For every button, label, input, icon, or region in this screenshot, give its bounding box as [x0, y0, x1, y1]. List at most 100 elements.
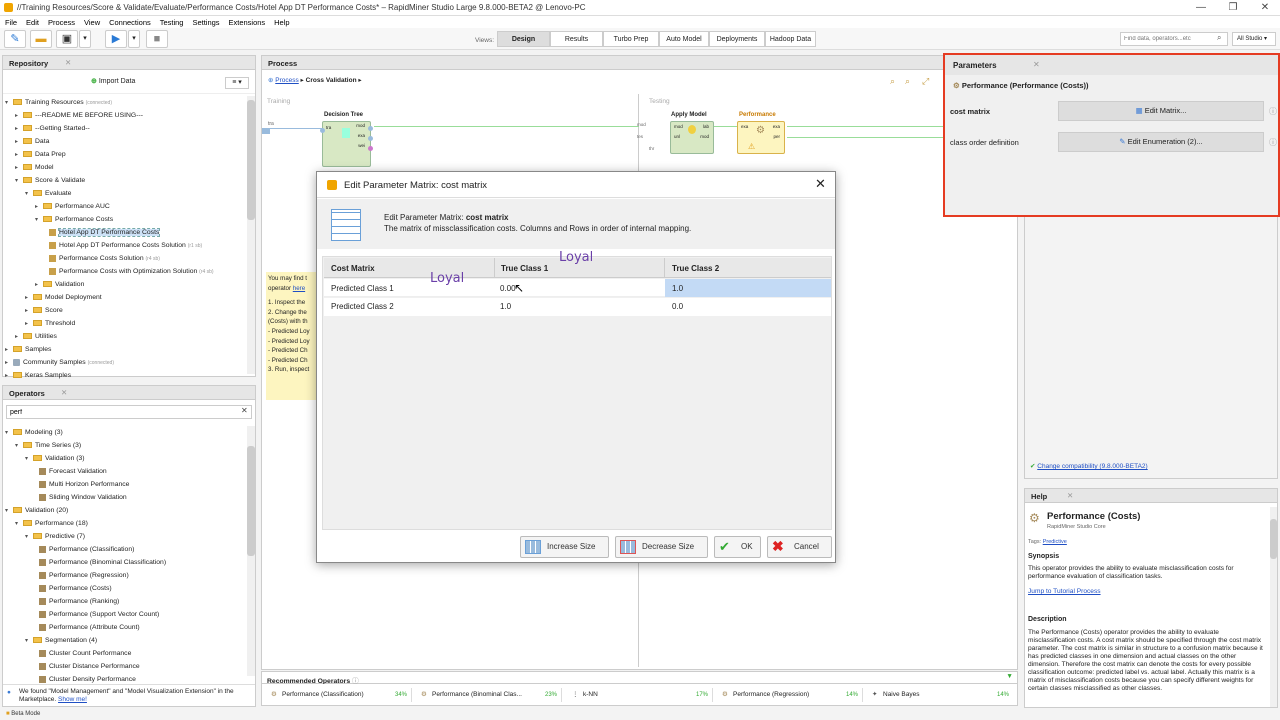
- operator-search-input[interactable]: [6, 405, 252, 419]
- open-folder-icon[interactable]: ▬: [30, 30, 52, 48]
- recommended-item[interactable]: ⚙ Performance (Regression) 14%: [719, 688, 863, 702]
- repository-menu-button[interactable]: ≡ ▾: [225, 77, 249, 89]
- zoom-out-icon[interactable]: ⌕: [905, 76, 910, 87]
- list-item[interactable]: Performance (Regression): [39, 569, 129, 582]
- list-item[interactable]: ▾ Modeling (3): [5, 426, 63, 439]
- list-item[interactable]: Performance Costs Solution (r4 sb): [49, 252, 160, 265]
- maximize-icon[interactable]: ❐: [1218, 1, 1248, 15]
- list-item[interactable]: ▾ Segmentation (4): [25, 634, 97, 647]
- list-item[interactable]: Performance (Support Vector Count): [39, 608, 159, 621]
- matrix-cell[interactable]: 1.0: [500, 302, 511, 311]
- list-item[interactable]: ▸ Utilities: [15, 330, 57, 343]
- close-icon[interactable]: ✕: [1250, 1, 1280, 15]
- list-item[interactable]: ▾ Evaluate: [25, 187, 71, 200]
- matrix-cell-selected[interactable]: [665, 279, 831, 297]
- list-item[interactable]: ▸ Community Samples (connected): [5, 356, 114, 369]
- list-item[interactable]: Performance (Classification): [39, 543, 134, 556]
- decision-tree-operator[interactable]: tra mod exa wei: [320, 121, 373, 167]
- close-icon[interactable]: ✕: [1067, 491, 1073, 500]
- recommended-item[interactable]: ⋮ k-NN 17%: [569, 688, 713, 702]
- input-port[interactable]: [262, 128, 270, 134]
- list-item[interactable]: Forecast Validation: [39, 465, 107, 478]
- stop-icon[interactable]: ■: [146, 30, 168, 48]
- close-icon[interactable]: ✕: [65, 58, 71, 67]
- info-icon[interactable]: ⓘ: [1269, 137, 1277, 148]
- fit-icon[interactable]: ⤢: [922, 76, 929, 87]
- breadcrumb-cross-validation[interactable]: Cross Validation: [306, 77, 357, 84]
- list-item[interactable]: ▸ Samples: [5, 343, 51, 356]
- list-item[interactable]: ▸ Performance AUC: [35, 200, 110, 213]
- menu-edit[interactable]: Edit: [26, 18, 39, 27]
- list-item[interactable]: ▸ Model: [15, 161, 54, 174]
- list-item[interactable]: ▾ Training Resources (connected): [5, 96, 112, 109]
- matrix-cell[interactable]: 1.0: [672, 284, 683, 293]
- change-compatibility-link[interactable]: Change compatibility (9.8.000-BETA2): [1037, 463, 1147, 470]
- list-item[interactable]: ▾ Predictive (7): [25, 530, 85, 543]
- repository-scrollbar[interactable]: [247, 96, 255, 374]
- new-process-icon[interactable]: ✎: [4, 30, 26, 48]
- menu-testing[interactable]: Testing: [160, 18, 184, 27]
- list-item[interactable]: ▾ Validation (3): [25, 452, 85, 465]
- menu-process[interactable]: Process: [48, 18, 75, 27]
- menu-extensions[interactable]: Extensions: [229, 18, 266, 27]
- cancel-button[interactable]: ✖ Cancel: [767, 536, 832, 558]
- list-item[interactable]: ▸ Data: [15, 135, 49, 148]
- breadcrumb-process[interactable]: Process: [275, 77, 298, 84]
- edit-enumeration-button[interactable]: ✎ Edit Enumeration (2)...: [1058, 132, 1264, 152]
- table-row[interactable]: Predicted Class 1 0.00 1.0: [324, 279, 831, 297]
- list-item[interactable]: ▾ Score & Validate: [15, 174, 85, 187]
- tag-link[interactable]: Predictive: [1043, 539, 1067, 545]
- operators-scrollbar[interactable]: [247, 426, 255, 676]
- list-item[interactable]: Sliding Window Validation: [39, 491, 127, 504]
- search-icon[interactable]: ⌕: [1217, 33, 1221, 43]
- increase-size-button[interactable]: Increase Size: [520, 536, 609, 558]
- list-item[interactable]: ▸ Score: [25, 304, 63, 317]
- list-item[interactable]: ▸ Validation: [35, 278, 84, 291]
- chevron-down-icon[interactable]: ▼: [1006, 673, 1013, 680]
- clear-search-icon[interactable]: ✕: [241, 406, 248, 415]
- list-item[interactable]: Cluster Count Performance: [39, 647, 131, 660]
- edit-matrix-button[interactable]: ▦ Edit Matrix...: [1058, 101, 1264, 121]
- save-dropdown-icon[interactable]: ▾: [79, 30, 91, 48]
- list-item[interactable]: Hotel App DT Performance Costs Solution …: [49, 239, 202, 252]
- list-item[interactable]: ▸ Data Prep: [15, 148, 66, 161]
- list-item[interactable]: Performance (Binominal Classification): [39, 556, 166, 569]
- run-icon[interactable]: ▶: [105, 30, 127, 48]
- list-item[interactable]: Performance (Costs): [39, 582, 112, 595]
- help-scrollbar[interactable]: [1270, 507, 1277, 707]
- change-compatibility[interactable]: ✔ Change compatibility (9.8.000-BETA2): [1030, 462, 1148, 470]
- list-item[interactable]: ▸ ---README ME BEFORE USING---: [15, 109, 143, 122]
- table-row[interactable]: Predicted Class 2 1.0 0.0: [324, 298, 831, 316]
- view-hadoop-data[interactable]: Hadoop Data: [765, 31, 816, 47]
- import-data-button[interactable]: ⊕ Import Data: [91, 77, 135, 85]
- list-item[interactable]: ▾ Time Series (3): [15, 439, 81, 452]
- list-item[interactable]: ▾ Validation (20): [5, 504, 68, 517]
- list-item[interactable]: Performance (Ranking): [39, 595, 119, 608]
- show-me-link[interactable]: Show me!: [58, 696, 87, 703]
- ok-button[interactable]: ✔ OK: [714, 536, 761, 558]
- list-item[interactable]: Multi Horizon Performance: [39, 478, 129, 491]
- list-item[interactable]: Performance Costs with Optimization Solu…: [49, 265, 214, 278]
- close-icon[interactable]: ✕: [61, 388, 67, 397]
- column-header[interactable]: True Class 2: [672, 264, 719, 273]
- column-header[interactable]: True Class 1: [501, 264, 548, 273]
- recommended-item[interactable]: ✦ Naive Bayes 14%: [869, 688, 1013, 702]
- recommended-item[interactable]: ⚙ Performance (Classification) 34%: [268, 688, 412, 702]
- recommended-item[interactable]: ⚙ Performance (Binominal Clas... 23%: [418, 688, 562, 702]
- close-icon[interactable]: ✕: [815, 176, 826, 192]
- tutorial-link[interactable]: Jump to Tutorial Process: [1028, 588, 1101, 595]
- apply-model-operator[interactable]: mod unl lab mod: [670, 121, 714, 154]
- run-dropdown-icon[interactable]: ▾: [128, 30, 140, 48]
- note-link[interactable]: here: [293, 285, 305, 292]
- decrease-size-button[interactable]: Decrease Size: [615, 536, 708, 558]
- list-item[interactable]: ▸ Model Deployment: [25, 291, 102, 304]
- minimize-icon[interactable]: —: [1186, 1, 1216, 15]
- list-item[interactable]: Cluster Distance Performance: [39, 660, 140, 673]
- menu-file[interactable]: File: [5, 18, 17, 27]
- menu-view[interactable]: View: [84, 18, 100, 27]
- process-note[interactable]: You may find t operator here 1. Inspect …: [266, 272, 321, 400]
- list-item[interactable]: ▸ Threshold: [25, 317, 75, 330]
- menu-connections[interactable]: Connections: [109, 18, 151, 27]
- list-item[interactable]: Performance (Attribute Count): [39, 621, 140, 634]
- close-icon[interactable]: ✕: [1033, 60, 1040, 69]
